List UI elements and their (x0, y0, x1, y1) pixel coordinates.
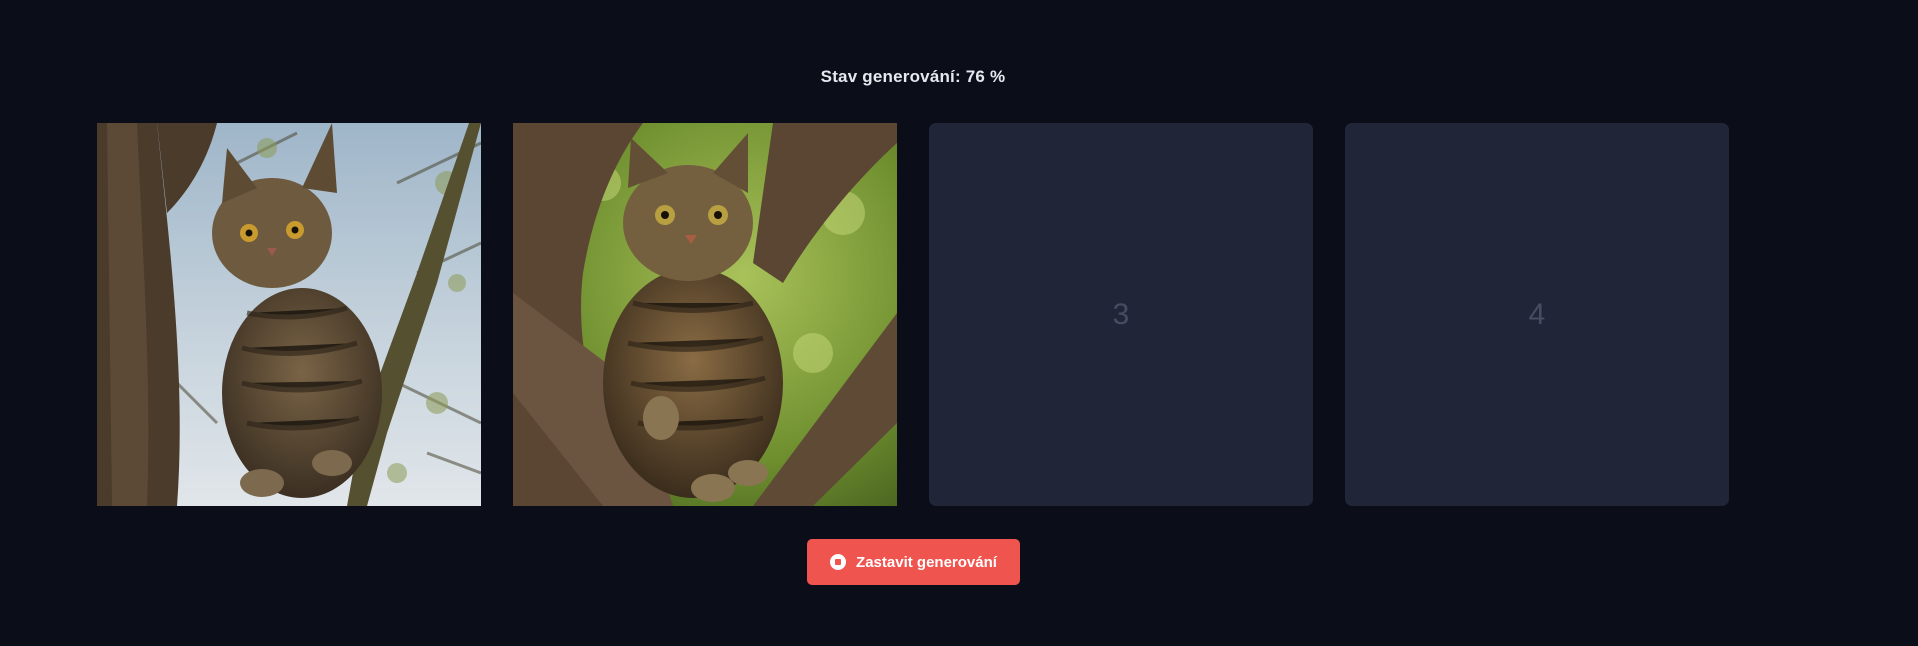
stop-circle-icon (830, 554, 847, 570)
placeholder-number: 4 (1528, 297, 1546, 331)
cat-image-2 (513, 123, 897, 506)
generation-status: Stav generování: 76 % (820, 67, 1006, 86)
placeholder-number: 3 (1112, 297, 1130, 331)
image-placeholder-4: 4 (1345, 123, 1729, 506)
stop-generation-label: Zastavit generování (856, 553, 997, 571)
generated-image-2[interactable] (513, 123, 897, 506)
generated-image-1[interactable] (97, 123, 481, 506)
image-grid: 3 4 (97, 123, 1729, 506)
image-placeholder-3: 3 (929, 123, 1313, 506)
cat-image-1 (97, 123, 481, 506)
stop-generation-button[interactable]: Zastavit generování (807, 539, 1020, 585)
generation-page: Stav generování: 76 % 3 4 Zastavit gener… (0, 0, 1918, 646)
